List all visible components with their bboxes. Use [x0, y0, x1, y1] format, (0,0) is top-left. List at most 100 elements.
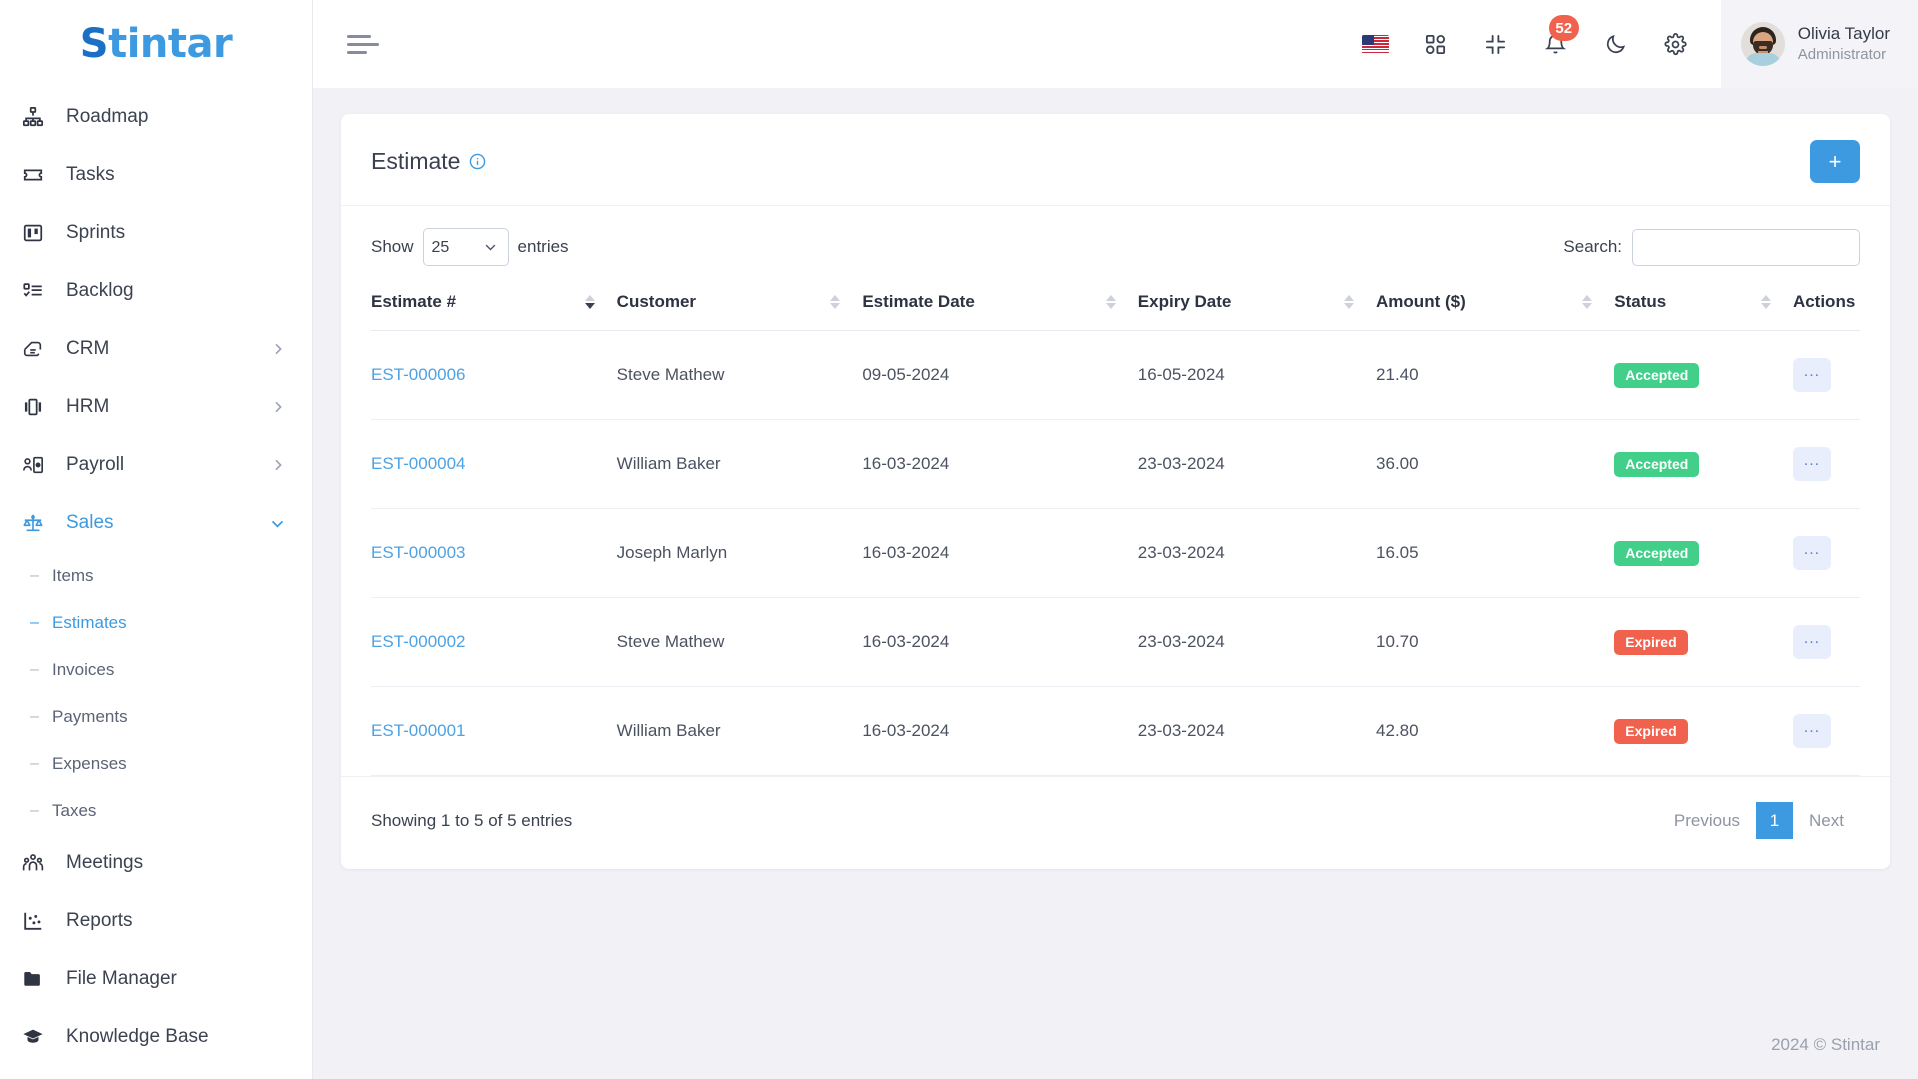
moon-icon[interactable]: [1601, 29, 1631, 59]
notification-badge: 52: [1548, 15, 1579, 41]
row-actions-button[interactable]: ...: [1792, 625, 1831, 659]
column-header-actions: Actions: [1792, 284, 1860, 331]
estimate-link[interactable]: EST-000004: [371, 454, 466, 473]
cell-status: Expired: [1614, 686, 1793, 776]
estimate-link[interactable]: EST-000003: [371, 543, 466, 562]
cell-expiry-date: 23-03-2024: [1137, 419, 1377, 509]
show-entries-group: Show 25 entries: [371, 228, 569, 266]
topbar: 52 Olivia Taylor Administrator: [313, 0, 1918, 88]
avatar: [1740, 22, 1785, 66]
table-row: EST-000004 William Baker 16-03-2024 23-0…: [371, 419, 1860, 509]
table-row: EST-000003 Joseph Marlyn 16-03-2024 23-0…: [371, 508, 1860, 598]
user-info: Olivia Taylor Administrator: [1798, 23, 1890, 65]
sidebar-subitem-label: Taxes: [52, 800, 97, 820]
us-flag-icon[interactable]: [1361, 29, 1391, 59]
main-area: 52 Olivia Taylor Administrator Estimate …: [313, 0, 1918, 1079]
gear-icon[interactable]: [1661, 29, 1691, 59]
estimate-link[interactable]: EST-000006: [371, 365, 466, 384]
search-input[interactable]: [1632, 228, 1860, 266]
cell-actions: ...: [1792, 508, 1860, 598]
sidebar-item-payroll[interactable]: Payroll: [0, 436, 312, 494]
estimate-link[interactable]: EST-000002: [371, 632, 466, 651]
hamburger-line: [347, 34, 371, 38]
board-icon: [22, 222, 54, 244]
card-header: Estimate +: [341, 114, 1890, 206]
cell-amount: 10.70: [1376, 597, 1615, 687]
sidebar-item-roadmap[interactable]: Roadmap: [0, 88, 312, 146]
sidebar-item-meetings[interactable]: Meetings: [0, 834, 312, 892]
bell-icon[interactable]: 52: [1541, 15, 1579, 59]
dash-icon: –: [30, 754, 39, 772]
cell-estimate-number: EST-000004: [371, 419, 617, 509]
sidebar-item-sales[interactable]: Sales: [0, 494, 312, 552]
column-label: Estimate Date: [862, 292, 975, 311]
column-header-estimate-date[interactable]: Estimate Date: [862, 284, 1138, 331]
brand-logo[interactable]: Stintar: [0, 0, 312, 88]
status-badge: Accepted: [1614, 451, 1700, 477]
checklist-icon: [22, 280, 54, 302]
table-row: EST-000006 Steve Mathew 09-05-2024 16-05…: [371, 330, 1860, 420]
pagination-previous[interactable]: Previous: [1657, 802, 1757, 839]
sidebar-item-file-manager[interactable]: File Manager: [0, 950, 312, 1008]
sidebar-subitem-label: Payments: [52, 706, 128, 726]
sidebar-subitem-invoices[interactable]: – Invoices: [0, 646, 312, 693]
row-actions-button[interactable]: ...: [1792, 447, 1831, 481]
estimates-table: Estimate # Customer Estimate Date Expiry…: [371, 284, 1860, 776]
sidebar-item-label: Roadmap: [66, 106, 149, 127]
entries-label: entries: [517, 237, 569, 256]
sort-arrows-icon: [584, 295, 595, 309]
sidebar-item-tasks[interactable]: Tasks: [0, 146, 312, 204]
sidebar-subitem-expenses[interactable]: – Expenses: [0, 740, 312, 787]
row-actions-button[interactable]: ...: [1792, 358, 1831, 392]
chevron-right-icon: [270, 457, 286, 473]
cell-status: Accepted: [1614, 508, 1793, 598]
pagination-next[interactable]: Next: [1793, 802, 1860, 839]
sidebar-item-label: Reports: [66, 910, 133, 931]
column-label: Amount ($): [1376, 292, 1466, 311]
ticket-icon: [22, 164, 54, 186]
table-body: EST-000006 Steve Mathew 09-05-2024 16-05…: [371, 330, 1860, 776]
column-header-status[interactable]: Status: [1614, 284, 1793, 331]
cell-estimate-number: EST-000002: [371, 597, 617, 687]
sidebar-subitem-payments[interactable]: – Payments: [0, 693, 312, 740]
user-profile[interactable]: Olivia Taylor Administrator: [1720, 0, 1918, 88]
cell-customer: Steve Mathew: [616, 597, 863, 687]
brand-prefix: S: [79, 21, 109, 67]
column-header-customer[interactable]: Customer: [616, 284, 863, 331]
folder-icon: [22, 968, 54, 990]
sidebar-subitem-estimates[interactable]: – Estimates: [0, 599, 312, 646]
column-header-estimate-number[interactable]: Estimate #: [371, 284, 617, 331]
cell-status: Expired: [1614, 597, 1793, 687]
sidebar-subitem-items[interactable]: – Items: [0, 552, 312, 599]
page-size-select[interactable]: 25: [422, 228, 509, 266]
estimate-link[interactable]: EST-000001: [371, 721, 466, 740]
sidebar-item-reports[interactable]: Reports: [0, 892, 312, 950]
sidebar-item-backlog[interactable]: Backlog: [0, 262, 312, 320]
sidebar-item-crm[interactable]: CRM: [0, 320, 312, 378]
sidebar-item-label: HRM: [66, 396, 110, 417]
column-header-amount[interactable]: Amount ($): [1376, 284, 1615, 331]
cell-actions: ...: [1792, 686, 1860, 776]
pagination-page-1[interactable]: 1: [1756, 802, 1794, 839]
add-estimate-button[interactable]: +: [1810, 140, 1860, 183]
estimate-card: Estimate + Show 25 entries Search: Estim…: [341, 114, 1890, 869]
sort-arrows-icon: [1582, 295, 1593, 309]
grid-apps-icon[interactable]: [1421, 29, 1451, 59]
sidebar-item-knowledge-base[interactable]: Knowledge Base: [0, 1008, 312, 1066]
compress-icon[interactable]: [1481, 29, 1511, 59]
show-label: Show: [371, 237, 414, 256]
cell-actions: ...: [1792, 597, 1860, 687]
info-circle-icon[interactable]: [469, 153, 486, 170]
sidebar-subitem-taxes[interactable]: – Taxes: [0, 787, 312, 834]
column-header-expiry-date[interactable]: Expiry Date: [1137, 284, 1377, 331]
chevron-right-icon: [270, 399, 286, 415]
table-footer: Showing 1 to 5 of 5 entries Previous 1 N…: [341, 776, 1890, 869]
hamburger-icon[interactable]: [347, 29, 381, 59]
id-card-icon: [22, 454, 54, 476]
sidebar-item-hrm[interactable]: HRM: [0, 378, 312, 436]
sidebar-item-sprints[interactable]: Sprints: [0, 204, 312, 262]
cell-customer: Joseph Marlyn: [616, 508, 863, 598]
cell-customer: William Baker: [616, 419, 863, 509]
row-actions-button[interactable]: ...: [1792, 536, 1831, 570]
row-actions-button[interactable]: ...: [1792, 714, 1831, 748]
